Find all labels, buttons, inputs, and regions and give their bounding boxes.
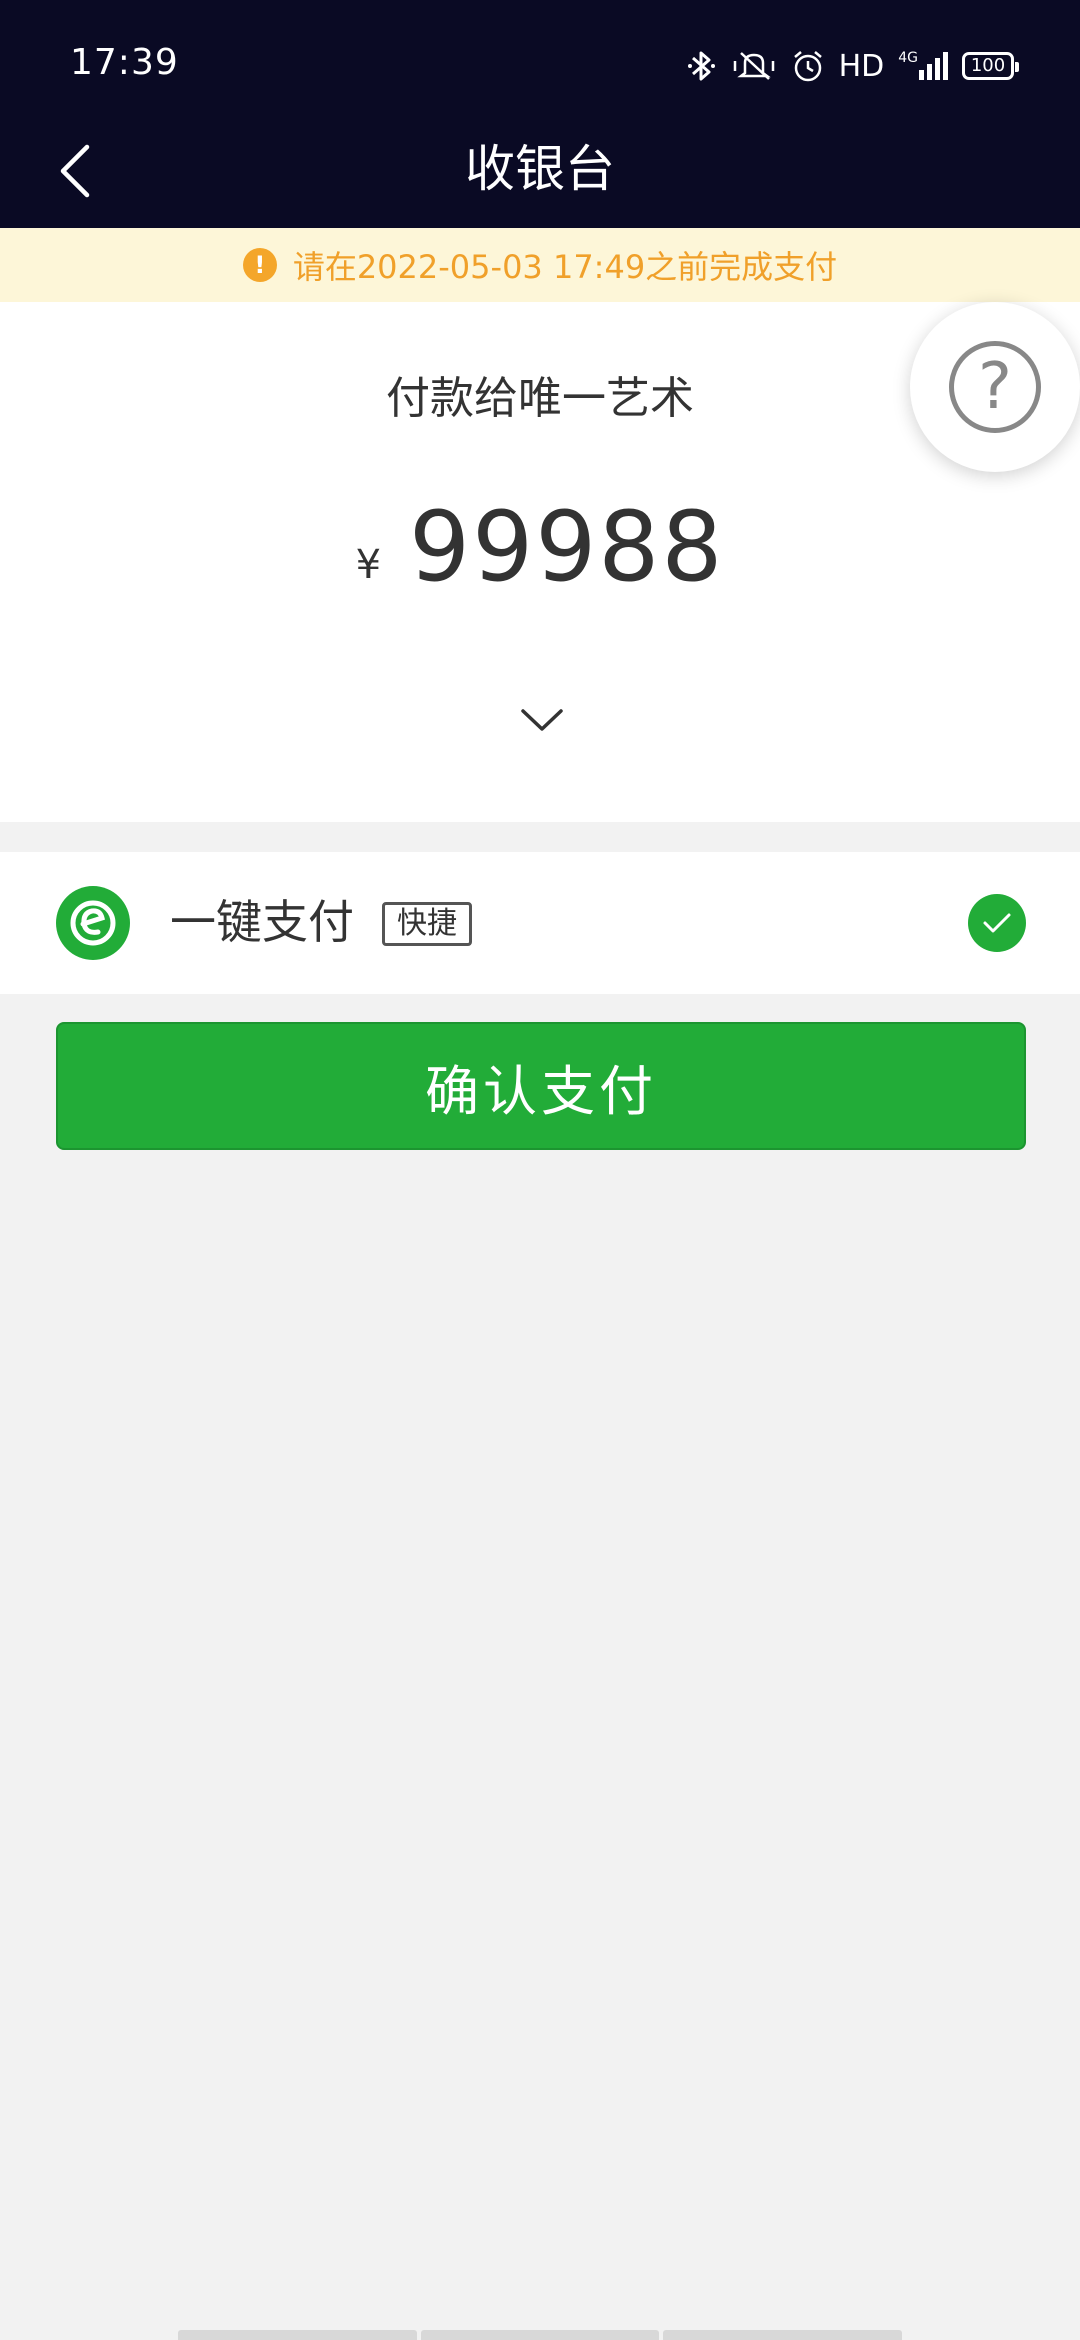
battery-icon: 100 xyxy=(962,52,1019,80)
status-icons: HD 4G 100 xyxy=(687,46,1019,86)
payment-amount: 99988 xyxy=(409,491,725,603)
home-indicator-segment xyxy=(663,2330,903,2340)
payment-method-one-click[interactable]: 一键支付 快捷 xyxy=(0,852,1080,994)
home-indicator xyxy=(178,2330,903,2340)
home-indicator-segment xyxy=(178,2330,417,2340)
nav-bar: 收银台 xyxy=(0,118,1080,228)
status-time: 17:39 xyxy=(70,42,179,83)
deadline-text: 请在2022-05-03 17:49之前完成支付 xyxy=(292,248,838,286)
hd-label: HD xyxy=(838,48,885,84)
alarm-icon xyxy=(791,49,825,83)
payment-method-badge: 快捷 xyxy=(382,902,472,946)
status-bar: 17:39 HD 4G 100 xyxy=(0,0,1080,132)
help-button[interactable]: ? xyxy=(910,302,1080,472)
network-type-label: 4G xyxy=(898,50,918,66)
question-icon: ? xyxy=(949,341,1041,433)
e-pay-logo-icon xyxy=(56,886,130,960)
bluetooth-icon xyxy=(687,49,717,83)
chevron-down-icon xyxy=(520,707,564,737)
check-icon[interactable] xyxy=(968,894,1026,952)
payment-method-name: 一键支付 xyxy=(170,895,354,949)
app-header: 17:39 HD 4G 100 收银台 xyxy=(0,0,1080,228)
home-indicator-segment xyxy=(420,2330,660,2340)
signal-icon: 4G xyxy=(898,50,948,82)
amount-row: ¥ 99988 xyxy=(0,492,1080,602)
warning-icon: ! xyxy=(242,248,277,282)
deadline-banner: ! 请在2022-05-03 17:49之前完成支付 xyxy=(0,228,1080,302)
vibrate-icon xyxy=(731,49,777,83)
expand-details-toggle[interactable] xyxy=(512,702,572,742)
currency-symbol: ¥ xyxy=(355,542,382,588)
battery-level: 100 xyxy=(970,55,1006,76)
confirm-payment-button[interactable]: 确认支付 xyxy=(56,1022,1026,1150)
page-title: 收银台 xyxy=(465,140,615,198)
